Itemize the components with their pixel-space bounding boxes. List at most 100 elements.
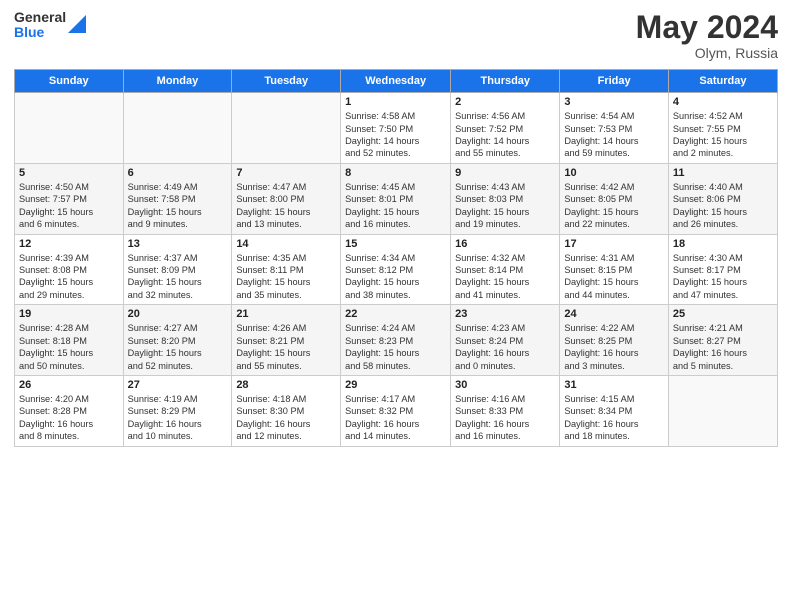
calendar-table: Sunday Monday Tuesday Wednesday Thursday… (14, 69, 778, 446)
day-info: Sunrise: 4:52 AM Sunset: 7:55 PM Dayligh… (673, 110, 773, 160)
table-cell: 18 Sunrise: 4:30 AM Sunset: 8:17 PM Dayli… (668, 234, 777, 305)
day-number: 3 (564, 96, 663, 108)
day-number: 19 (19, 308, 119, 320)
calendar-row: 19 Sunrise: 4:28 AM Sunset: 8:18 PM Dayli… (15, 305, 778, 376)
day-number: 18 (673, 238, 773, 250)
table-cell: 2 Sunrise: 4:56 AM Sunset: 7:52 PM Daylig… (451, 93, 560, 164)
col-tuesday: Tuesday (232, 70, 341, 93)
table-cell (15, 93, 124, 164)
day-info: Sunrise: 4:26 AM Sunset: 8:21 PM Dayligh… (236, 322, 336, 372)
logo-text: General Blue (14, 10, 66, 41)
table-cell: 10 Sunrise: 4:42 AM Sunset: 8:05 PM Dayli… (560, 163, 668, 234)
day-info: Sunrise: 4:56 AM Sunset: 7:52 PM Dayligh… (455, 110, 555, 160)
table-cell: 23Sunrise: 4:23 AM Sunset: 8:24 PM Dayli… (451, 305, 560, 376)
header: General Blue May 2024 Olym, Russia (14, 10, 778, 61)
day-number: 14 (236, 238, 336, 250)
day-info: Sunrise: 4:43 AM Sunset: 8:03 PM Dayligh… (455, 181, 555, 231)
calendar-row: 1Sunrise: 4:58 AM Sunset: 7:50 PM Daylig… (15, 93, 778, 164)
table-cell: 4Sunrise: 4:52 AM Sunset: 7:55 PM Daylig… (668, 93, 777, 164)
day-number: 2 (455, 96, 555, 108)
day-number: 30 (455, 379, 555, 391)
day-number: 15 (345, 238, 446, 250)
day-info: Sunrise: 4:17 AM Sunset: 8:32 PM Dayligh… (345, 393, 446, 443)
day-info: Sunrise: 4:23 AM Sunset: 8:24 PM Dayligh… (455, 322, 555, 372)
table-cell: 8Sunrise: 4:45 AM Sunset: 8:01 PM Daylig… (341, 163, 451, 234)
day-number: 11 (673, 167, 773, 179)
day-number: 9 (455, 167, 555, 179)
day-number: 10 (564, 167, 663, 179)
table-cell: 24 Sunrise: 4:22 AM Sunset: 8:25 PM Dayli… (560, 305, 668, 376)
table-cell: 14 Sunrise: 4:35 AM Sunset: 8:11 PM Dayli… (232, 234, 341, 305)
day-info: Sunrise: 4:18 AM Sunset: 8:30 PM Dayligh… (236, 393, 336, 443)
day-number: 13 (128, 238, 228, 250)
col-friday: Friday (560, 70, 668, 93)
table-cell (123, 93, 232, 164)
table-cell (232, 93, 341, 164)
title-block: May 2024 Olym, Russia (636, 10, 778, 61)
table-cell: 28 Sunrise: 4:18 AM Sunset: 8:30 PM Dayli… (232, 375, 341, 446)
day-number: 31 (564, 379, 663, 391)
table-cell: 7Sunrise: 4:47 AM Sunset: 8:00 PM Daylig… (232, 163, 341, 234)
day-number: 8 (345, 167, 446, 179)
day-number: 27 (128, 379, 228, 391)
day-info: Sunrise: 4:24 AM Sunset: 8:23 PM Dayligh… (345, 322, 446, 372)
table-cell: 31 Sunrise: 4:15 AM Sunset: 8:34 PM Dayli… (560, 375, 668, 446)
title-month: May 2024 (636, 10, 778, 45)
day-number: 22 (345, 308, 446, 320)
day-info: Sunrise: 4:35 AM Sunset: 8:11 PM Dayligh… (236, 252, 336, 302)
day-info: Sunrise: 4:28 AM Sunset: 8:18 PM Dayligh… (19, 322, 119, 372)
day-number: 5 (19, 167, 119, 179)
day-number: 20 (128, 308, 228, 320)
table-cell: 27 Sunrise: 4:19 AM Sunset: 8:29 PM Dayli… (123, 375, 232, 446)
page: General Blue May 2024 Olym, Russia Sunda… (0, 0, 792, 612)
day-number: 7 (236, 167, 336, 179)
day-info: Sunrise: 4:49 AM Sunset: 7:58 PM Dayligh… (128, 181, 228, 231)
table-cell: 9 Sunrise: 4:43 AM Sunset: 8:03 PM Daylig… (451, 163, 560, 234)
calendar-row: 26 Sunrise: 4:20 AM Sunset: 8:28 PM Dayli… (15, 375, 778, 446)
col-saturday: Saturday (668, 70, 777, 93)
table-cell: 21 Sunrise: 4:26 AM Sunset: 8:21 PM Dayli… (232, 305, 341, 376)
day-info: Sunrise: 4:34 AM Sunset: 8:12 PM Dayligh… (345, 252, 446, 302)
day-info: Sunrise: 4:15 AM Sunset: 8:34 PM Dayligh… (564, 393, 663, 443)
table-cell: 16Sunrise: 4:32 AM Sunset: 8:14 PM Dayli… (451, 234, 560, 305)
day-info: Sunrise: 4:42 AM Sunset: 8:05 PM Dayligh… (564, 181, 663, 231)
table-cell: 6 Sunrise: 4:49 AM Sunset: 7:58 PM Daylig… (123, 163, 232, 234)
day-info: Sunrise: 4:27 AM Sunset: 8:20 PM Dayligh… (128, 322, 228, 372)
calendar-header-row: Sunday Monday Tuesday Wednesday Thursday… (15, 70, 778, 93)
table-cell: 12Sunrise: 4:39 AM Sunset: 8:08 PM Dayli… (15, 234, 124, 305)
day-info: Sunrise: 4:40 AM Sunset: 8:06 PM Dayligh… (673, 181, 773, 231)
table-cell: 3Sunrise: 4:54 AM Sunset: 7:53 PM Daylig… (560, 93, 668, 164)
table-cell: 30 Sunrise: 4:16 AM Sunset: 8:33 PM Dayli… (451, 375, 560, 446)
day-number: 16 (455, 238, 555, 250)
day-info: Sunrise: 4:58 AM Sunset: 7:50 PM Dayligh… (345, 110, 446, 160)
table-cell: 22 Sunrise: 4:24 AM Sunset: 8:23 PM Dayli… (341, 305, 451, 376)
day-info: Sunrise: 4:30 AM Sunset: 8:17 PM Dayligh… (673, 252, 773, 302)
day-info: Sunrise: 4:31 AM Sunset: 8:15 PM Dayligh… (564, 252, 663, 302)
table-cell: 11 Sunrise: 4:40 AM Sunset: 8:06 PM Dayli… (668, 163, 777, 234)
day-number: 24 (564, 308, 663, 320)
table-cell: 29Sunrise: 4:17 AM Sunset: 8:32 PM Dayli… (341, 375, 451, 446)
day-number: 17 (564, 238, 663, 250)
table-cell: 15 Sunrise: 4:34 AM Sunset: 8:12 PM Dayli… (341, 234, 451, 305)
col-sunday: Sunday (15, 70, 124, 93)
day-number: 28 (236, 379, 336, 391)
day-info: Sunrise: 4:16 AM Sunset: 8:33 PM Dayligh… (455, 393, 555, 443)
day-number: 26 (19, 379, 119, 391)
col-wednesday: Wednesday (341, 70, 451, 93)
day-info: Sunrise: 4:21 AM Sunset: 8:27 PM Dayligh… (673, 322, 773, 372)
table-cell (668, 375, 777, 446)
table-cell: 5Sunrise: 4:50 AM Sunset: 7:57 PM Daylig… (15, 163, 124, 234)
logo: General Blue (14, 10, 86, 41)
day-info: Sunrise: 4:39 AM Sunset: 8:08 PM Dayligh… (19, 252, 119, 302)
day-number: 6 (128, 167, 228, 179)
day-info: Sunrise: 4:19 AM Sunset: 8:29 PM Dayligh… (128, 393, 228, 443)
day-info: Sunrise: 4:20 AM Sunset: 8:28 PM Dayligh… (19, 393, 119, 443)
title-location: Olym, Russia (636, 45, 778, 61)
calendar-row: 12Sunrise: 4:39 AM Sunset: 8:08 PM Dayli… (15, 234, 778, 305)
day-info: Sunrise: 4:22 AM Sunset: 8:25 PM Dayligh… (564, 322, 663, 372)
table-cell: 13Sunrise: 4:37 AM Sunset: 8:09 PM Dayli… (123, 234, 232, 305)
table-cell: 1Sunrise: 4:58 AM Sunset: 7:50 PM Daylig… (341, 93, 451, 164)
day-number: 21 (236, 308, 336, 320)
calendar-row: 5Sunrise: 4:50 AM Sunset: 7:57 PM Daylig… (15, 163, 778, 234)
logo-general: General (14, 10, 66, 25)
